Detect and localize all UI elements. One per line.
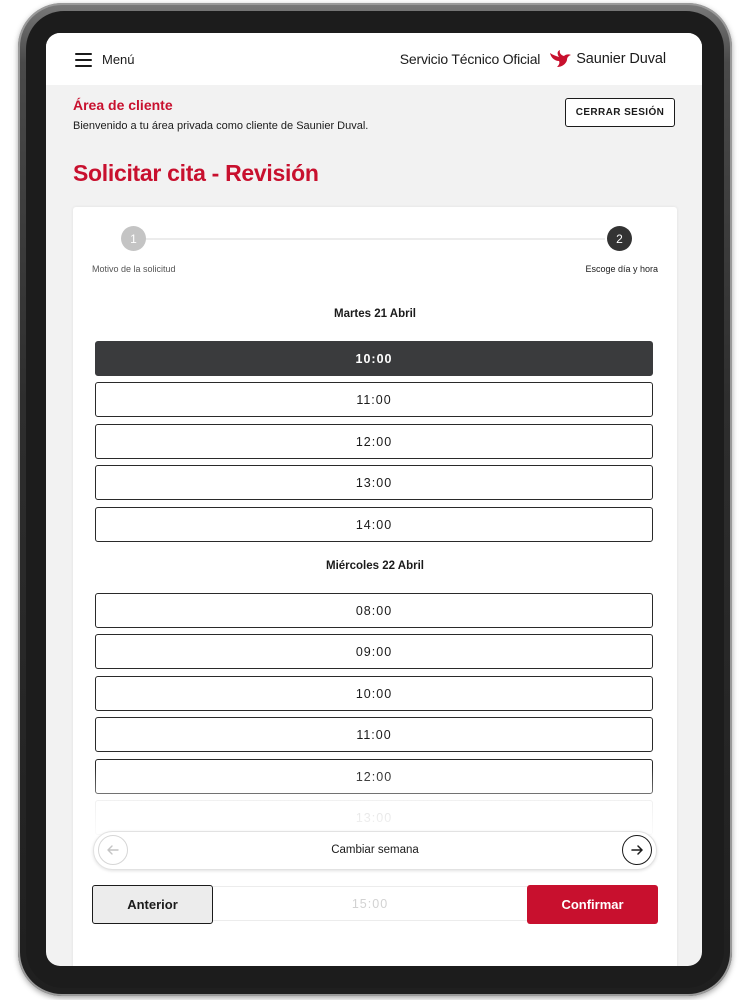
next-week-button[interactable] [622,835,652,865]
hamburger-menu-icon[interactable] [75,53,92,67]
time-slot[interactable]: 11:00 [95,382,653,417]
page-title: Solicitar cita - Revisión [73,160,319,186]
time-slot[interactable]: 11:00 [95,717,653,752]
service-label: Servicio Técnico Oficial [399,51,541,67]
week-navigation-bar: Cambiar semana [93,831,657,870]
day-heading: Martes 21 Abril [333,308,417,320]
step-1-circle[interactable]: 1 [121,226,146,251]
time-slot-selected[interactable]: 10:00 [95,341,653,376]
step-2-circle: 2 [607,226,632,251]
logout-button[interactable]: CERRAR SESIÓN [565,98,675,127]
previous-button[interactable]: Anterior [92,885,213,924]
app-screen: Menú Servicio Técnico Oficial Saunier Du… [46,33,702,966]
time-slot: 15:00 [213,886,527,921]
appointment-card: 1 2 Motivo de la solicitud Escoge día y … [73,207,677,966]
change-week-label: Cambiar semana [331,844,419,856]
step-2-label: Escoge día y hora [585,264,658,274]
client-area-welcome: Bienvenido a tu área privada como client… [73,120,369,132]
day-heading: Miércoles 22 Abril [325,560,424,572]
previous-week-button[interactable] [98,835,128,865]
time-slot[interactable]: 09:00 [95,634,653,669]
top-navigation-bar: Menú Servicio Técnico Oficial Saunier Du… [46,33,702,85]
brand-name: Saunier Duval [576,51,666,67]
time-slot[interactable]: 12:00 [95,759,653,794]
time-slot[interactable]: 10:00 [95,676,653,711]
step-1-label: Motivo de la solicitud [92,264,176,274]
time-slot[interactable]: 12:00 [95,424,653,459]
stepper-line [145,238,605,240]
time-slot[interactable]: 08:00 [95,593,653,628]
bird-logo-icon [550,50,572,67]
client-area-title: Área de cliente [73,97,173,113]
arrow-left-icon [107,845,119,855]
time-slot[interactable]: 13:00 [95,800,653,835]
time-slot[interactable]: 13:00 [95,465,653,500]
menu-label[interactable]: Menú [102,52,135,67]
confirm-button[interactable]: Confirmar [527,885,658,924]
brand-logo[interactable]: Servicio Técnico Oficial Saunier Duval [400,49,666,69]
time-slot[interactable]: 14:00 [95,507,653,542]
arrow-right-icon [631,845,643,855]
